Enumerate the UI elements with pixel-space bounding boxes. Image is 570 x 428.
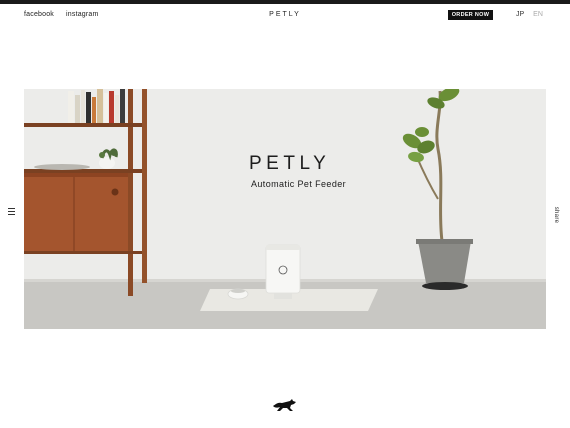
pet-feeder bbox=[265, 244, 301, 294]
share-button[interactable]: share bbox=[549, 205, 563, 225]
shelf-post-right bbox=[142, 89, 147, 283]
hero-title: PETLY bbox=[249, 153, 331, 174]
hero-image: PETLY Automatic Pet Feeder bbox=[24, 89, 546, 329]
cabinet bbox=[24, 173, 128, 251]
hamburger-menu-icon[interactable] bbox=[8, 208, 15, 215]
lang-en[interactable]: EN bbox=[533, 11, 543, 18]
language-switcher: JP EN bbox=[516, 11, 543, 18]
hero-subtitle: Automatic Pet Feeder bbox=[251, 179, 347, 189]
top-border bbox=[0, 0, 570, 4]
plant-pot bbox=[418, 241, 471, 283]
hero-scene bbox=[24, 89, 546, 329]
running-cat-icon[interactable] bbox=[272, 399, 298, 413]
shelf-top bbox=[24, 123, 142, 127]
shelf-post-left bbox=[128, 89, 133, 296]
share-label: share bbox=[553, 206, 559, 224]
order-now-button[interactable]: ORDER NOW bbox=[448, 10, 493, 20]
lang-jp[interactable]: JP bbox=[516, 11, 524, 18]
